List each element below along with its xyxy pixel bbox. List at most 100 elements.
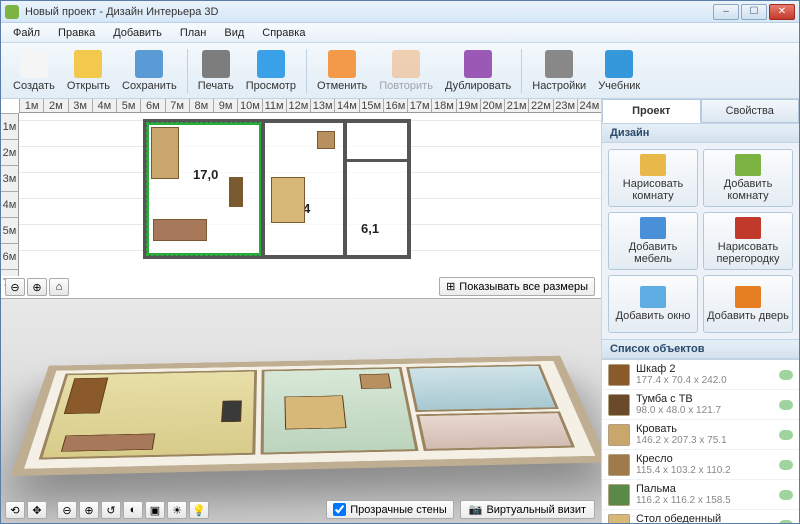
visibility-toggle-icon[interactable]	[779, 520, 793, 524]
transparent-walls-toggle[interactable]: Прозрачные стены	[326, 500, 453, 519]
menu-Вид[interactable]: Вид	[216, 25, 252, 41]
add-room-icon	[735, 154, 761, 176]
furniture-3d[interactable]	[221, 401, 242, 422]
duplicate-button[interactable]: Дублировать	[439, 46, 517, 96]
tab-properties[interactable]: Свойства	[701, 99, 800, 123]
object-list-item[interactable]: Тумба с ТВ98.0 x 48.0 x 121.7	[602, 390, 799, 420]
menu-Справка[interactable]: Справка	[254, 25, 313, 41]
ruler-tick: 21м	[504, 99, 528, 112]
object-dimensions: 115.4 x 103.2 x 110.2	[636, 465, 773, 476]
view-3d[interactable]: ⟲ ✥ ⊖ ⊕ ↺ ◐ ▣ ☀ 💡 Прозрачные стены	[1, 299, 601, 523]
show-all-dimensions-button[interactable]: ⊞ Показывать все размеры	[439, 277, 595, 296]
ruler-horizontal: 1м2м3м4м5м6м7м8м9м10м11м12м13м14м15м16м1…	[19, 99, 601, 113]
ruler-tick: 5м	[116, 99, 140, 112]
tab-project[interactable]: Проект	[602, 99, 701, 123]
room-3d[interactable]	[38, 370, 256, 459]
floorplan-outline[interactable]: 17,0 10,4 6,1	[143, 119, 411, 259]
menu-Файл[interactable]: Файл	[5, 25, 48, 41]
zoom-in-3d-button[interactable]: ⊕	[79, 501, 99, 519]
undo-label: Отменить	[317, 80, 367, 92]
add-furniture-label: Добавить мебель	[611, 241, 695, 265]
settings-button[interactable]: Настройки	[526, 46, 592, 96]
objects-list[interactable]: Шкаф 2177.4 x 70.4 x 242.0Тумба с ТВ98.0…	[602, 359, 799, 523]
room-3d[interactable]	[416, 411, 574, 451]
visibility-toggle-icon[interactable]	[779, 370, 793, 380]
tutorial-button[interactable]: Учебник	[592, 46, 646, 96]
object-list-item[interactable]: Пальма116.2 x 116.2 x 158.5	[602, 480, 799, 510]
save-button[interactable]: Сохранить	[116, 46, 183, 96]
add-window-label: Добавить окно	[616, 310, 691, 322]
reset-view-button[interactable]: ↺	[101, 501, 121, 519]
view-2d[interactable]: 1м2м3м4м5м6м7м8м9м10м11м12м13м14м15м16м1…	[1, 99, 601, 299]
interior-wall[interactable]	[343, 159, 407, 162]
ruler-tick: 14м	[334, 99, 358, 112]
redo-label: Повторить	[379, 80, 433, 92]
furniture-3d[interactable]	[284, 395, 346, 429]
titlebar: Новый проект - Дизайн Интерьера 3D – ☐ ✕	[1, 1, 799, 23]
view-mode-button[interactable]: ◐	[123, 501, 143, 519]
zoom-in-button[interactable]: ⊕	[27, 278, 47, 296]
light-button[interactable]: ☀	[167, 501, 187, 519]
furniture-3d[interactable]	[64, 378, 108, 414]
ruler-tick: 7м	[165, 99, 189, 112]
furniture-3d[interactable]	[61, 434, 155, 452]
home-button[interactable]: ⌂	[49, 278, 69, 296]
object-name: Шкаф 2	[636, 363, 773, 375]
ruler-tick: 19м	[456, 99, 480, 112]
interior-wall[interactable]	[261, 123, 265, 259]
draw-wall-button[interactable]: Нарисовать перегородку	[703, 212, 793, 270]
menubar: ФайлПравкаДобавитьПланВидСправка	[1, 23, 799, 43]
draw-room-button[interactable]: Нарисовать комнату	[608, 149, 698, 207]
furniture-3d[interactable]	[359, 373, 391, 388]
virtual-visit-button[interactable]: 📷 Виртуальный визит	[460, 500, 595, 519]
add-door-button[interactable]: Добавить дверь	[703, 275, 793, 333]
furniture-tv[interactable]	[229, 177, 243, 207]
object-list-item[interactable]: Кровать146.2 x 207.3 x 75.1	[602, 420, 799, 450]
open-button[interactable]: Открыть	[61, 46, 116, 96]
create-button[interactable]: Создать	[7, 46, 61, 96]
furniture-wardrobe[interactable]	[151, 127, 179, 179]
bulb-button[interactable]: 💡	[189, 501, 209, 519]
room-3d[interactable]	[261, 367, 419, 454]
menu-Добавить[interactable]: Добавить	[105, 25, 170, 41]
transparent-walls-checkbox[interactable]	[333, 503, 346, 516]
open-icon	[74, 50, 102, 78]
visibility-toggle-icon[interactable]	[779, 490, 793, 500]
preview-button[interactable]: Просмотр	[240, 46, 302, 96]
add-room-button[interactable]: Добавить комнату	[703, 149, 793, 207]
add-furniture-button[interactable]: Добавить мебель	[608, 212, 698, 270]
pan-button[interactable]: ✥	[27, 501, 47, 519]
object-list-item[interactable]: Кресло115.4 x 103.2 x 110.2	[602, 450, 799, 480]
visibility-toggle-icon[interactable]	[779, 430, 793, 440]
object-thumbnail	[608, 364, 630, 386]
floorplan-canvas[interactable]: 17,0 10,4 6,1	[19, 113, 601, 276]
zoom-out-button[interactable]: ⊖	[5, 278, 25, 296]
interior-wall[interactable]	[343, 123, 347, 259]
object-list-item[interactable]: Шкаф 2177.4 x 70.4 x 242.0	[602, 360, 799, 390]
print-button[interactable]: Печать	[192, 46, 240, 96]
virtual-visit-label: Виртуальный визит	[486, 504, 586, 516]
menu-План[interactable]: План	[172, 25, 215, 41]
zoom-out-3d-button[interactable]: ⊖	[57, 501, 77, 519]
snapshot-button[interactable]: ▣	[145, 501, 165, 519]
furniture-chair[interactable]	[317, 131, 335, 149]
floorplan-3d[interactable]	[11, 356, 601, 476]
undo-button[interactable]: Отменить	[311, 46, 373, 96]
add-window-button[interactable]: Добавить окно	[608, 275, 698, 333]
furniture-bed[interactable]	[271, 177, 305, 223]
visibility-toggle-icon[interactable]	[779, 400, 793, 410]
furniture-sofa[interactable]	[153, 219, 207, 241]
draw-wall-icon	[735, 217, 761, 239]
room-3d[interactable]	[407, 365, 559, 413]
visibility-toggle-icon[interactable]	[779, 460, 793, 470]
object-list-item[interactable]: Стол обеденный90.0 x 90.2 x 71.1	[602, 510, 799, 523]
orbit-button[interactable]: ⟲	[5, 501, 25, 519]
ruler-tick: 10м	[237, 99, 261, 112]
minimize-button[interactable]: –	[713, 4, 739, 20]
design-section-header: Дизайн	[602, 123, 799, 143]
menu-Правка[interactable]: Правка	[50, 25, 103, 41]
close-button[interactable]: ✕	[769, 4, 795, 20]
maximize-button[interactable]: ☐	[741, 4, 767, 20]
ruler-tick: 18м	[431, 99, 455, 112]
preview-label: Просмотр	[246, 80, 296, 92]
